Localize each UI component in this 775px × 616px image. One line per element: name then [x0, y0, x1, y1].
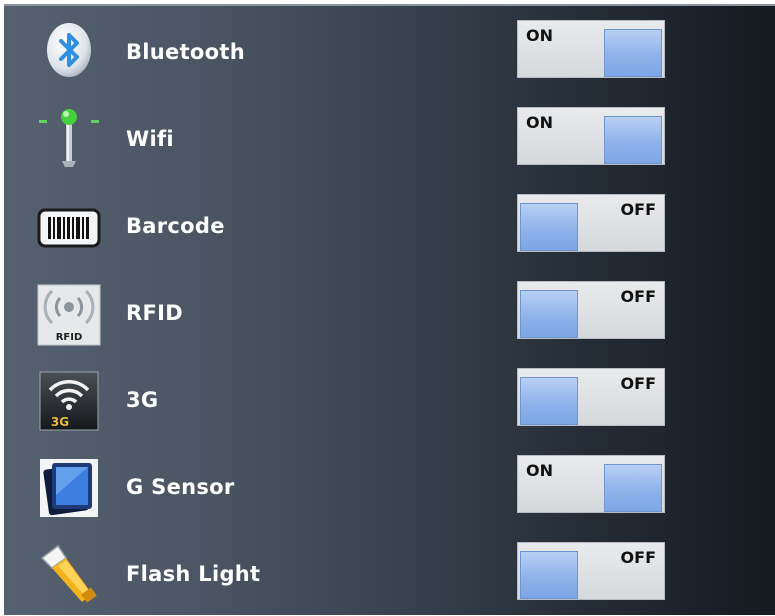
3g-icon-text: 3G	[51, 415, 69, 429]
wifi-toggle[interactable]: ON	[517, 107, 665, 165]
bluetooth-icon	[36, 20, 102, 86]
toggle-state-text: OFF	[620, 287, 656, 306]
setting-label: Wifi	[126, 127, 174, 151]
toggle-state-text: ON	[526, 26, 553, 45]
toggle-state-text: ON	[526, 461, 553, 480]
toggle-state-text: OFF	[620, 374, 656, 393]
toggle-knob[interactable]	[520, 377, 578, 425]
toggle-knob[interactable]	[604, 116, 662, 164]
setting-row-flash-light: Flash Light OFF	[4, 530, 775, 616]
toggle-state-text: ON	[526, 113, 553, 132]
3g-toggle[interactable]: OFF	[517, 368, 665, 426]
setting-label: Barcode	[126, 214, 225, 238]
g-sensor-icon	[36, 455, 102, 521]
toggle-knob[interactable]	[520, 203, 578, 251]
setting-row-bluetooth: Bluetooth ON	[4, 8, 775, 94]
flash-light-toggle[interactable]: OFF	[517, 542, 665, 600]
toggle-knob[interactable]	[520, 290, 578, 338]
bluetooth-toggle[interactable]: ON	[517, 20, 665, 78]
setting-label: G Sensor	[126, 475, 235, 499]
flashlight-icon	[36, 542, 102, 608]
wifi-antenna-icon	[36, 107, 102, 173]
connectivity-settings-panel: Bluetooth ON Wifi ON Barcode OFF RFID RF…	[4, 4, 775, 615]
rfid-icon-text: RFID	[56, 332, 83, 343]
toggle-state-text: OFF	[620, 200, 656, 219]
setting-label: 3G	[126, 388, 159, 412]
toggle-state-text: OFF	[620, 548, 656, 567]
3g-signal-icon: 3G	[36, 368, 102, 434]
toggle-knob[interactable]	[604, 29, 662, 77]
setting-row-rfid: RFID RFID OFF	[4, 269, 775, 355]
barcode-icon	[36, 194, 102, 260]
barcode-toggle[interactable]: OFF	[517, 194, 665, 252]
g-sensor-toggle[interactable]: ON	[517, 455, 665, 513]
setting-row-3g: 3G 3G OFF	[4, 356, 775, 442]
toggle-knob[interactable]	[604, 464, 662, 512]
rfid-toggle[interactable]: OFF	[517, 281, 665, 339]
setting-label: Bluetooth	[126, 40, 245, 64]
rfid-icon: RFID	[36, 281, 102, 347]
setting-row-wifi: Wifi ON	[4, 95, 775, 181]
setting-label: Flash Light	[126, 562, 261, 586]
setting-row-barcode: Barcode OFF	[4, 182, 775, 268]
toggle-knob[interactable]	[520, 551, 578, 599]
setting-row-g-sensor: G Sensor ON	[4, 443, 775, 529]
setting-label: RFID	[126, 301, 183, 325]
